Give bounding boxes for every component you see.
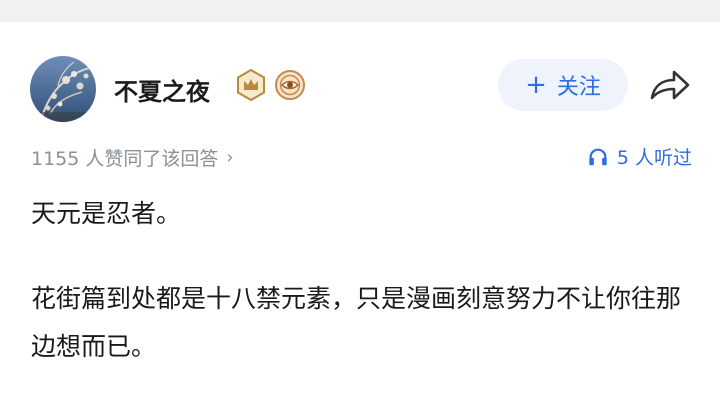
follow-label: 关注	[556, 75, 601, 100]
eye-badge-icon[interactable]	[274, 69, 306, 101]
avatar[interactable]	[30, 56, 96, 122]
top-strip	[0, 0, 720, 22]
listeners-text: 5 人听过	[616, 147, 692, 169]
crown-badge-icon[interactable]	[235, 68, 267, 102]
answer-paragraph: 花街篇到处都是十八禁元素，只是漫画刻意努力不让你往那边想而已。	[31, 284, 682, 361]
author-name[interactable]: 不夏之夜	[114, 72, 210, 107]
follow-button[interactable]: + 关注	[498, 59, 628, 111]
listeners-link[interactable]: 5 人听过	[587, 143, 692, 170]
chevron-right-icon: ›	[226, 147, 234, 168]
share-icon[interactable]	[648, 66, 692, 106]
answer-paragraph: 天元是忍者。	[31, 199, 182, 228]
upvote-count[interactable]: 1155 人赞同了该回答 ›	[31, 144, 234, 171]
upvote-text: 1155 人赞同了该回答	[31, 148, 219, 170]
headphones-icon	[589, 148, 607, 165]
plus-icon: +	[525, 70, 547, 100]
